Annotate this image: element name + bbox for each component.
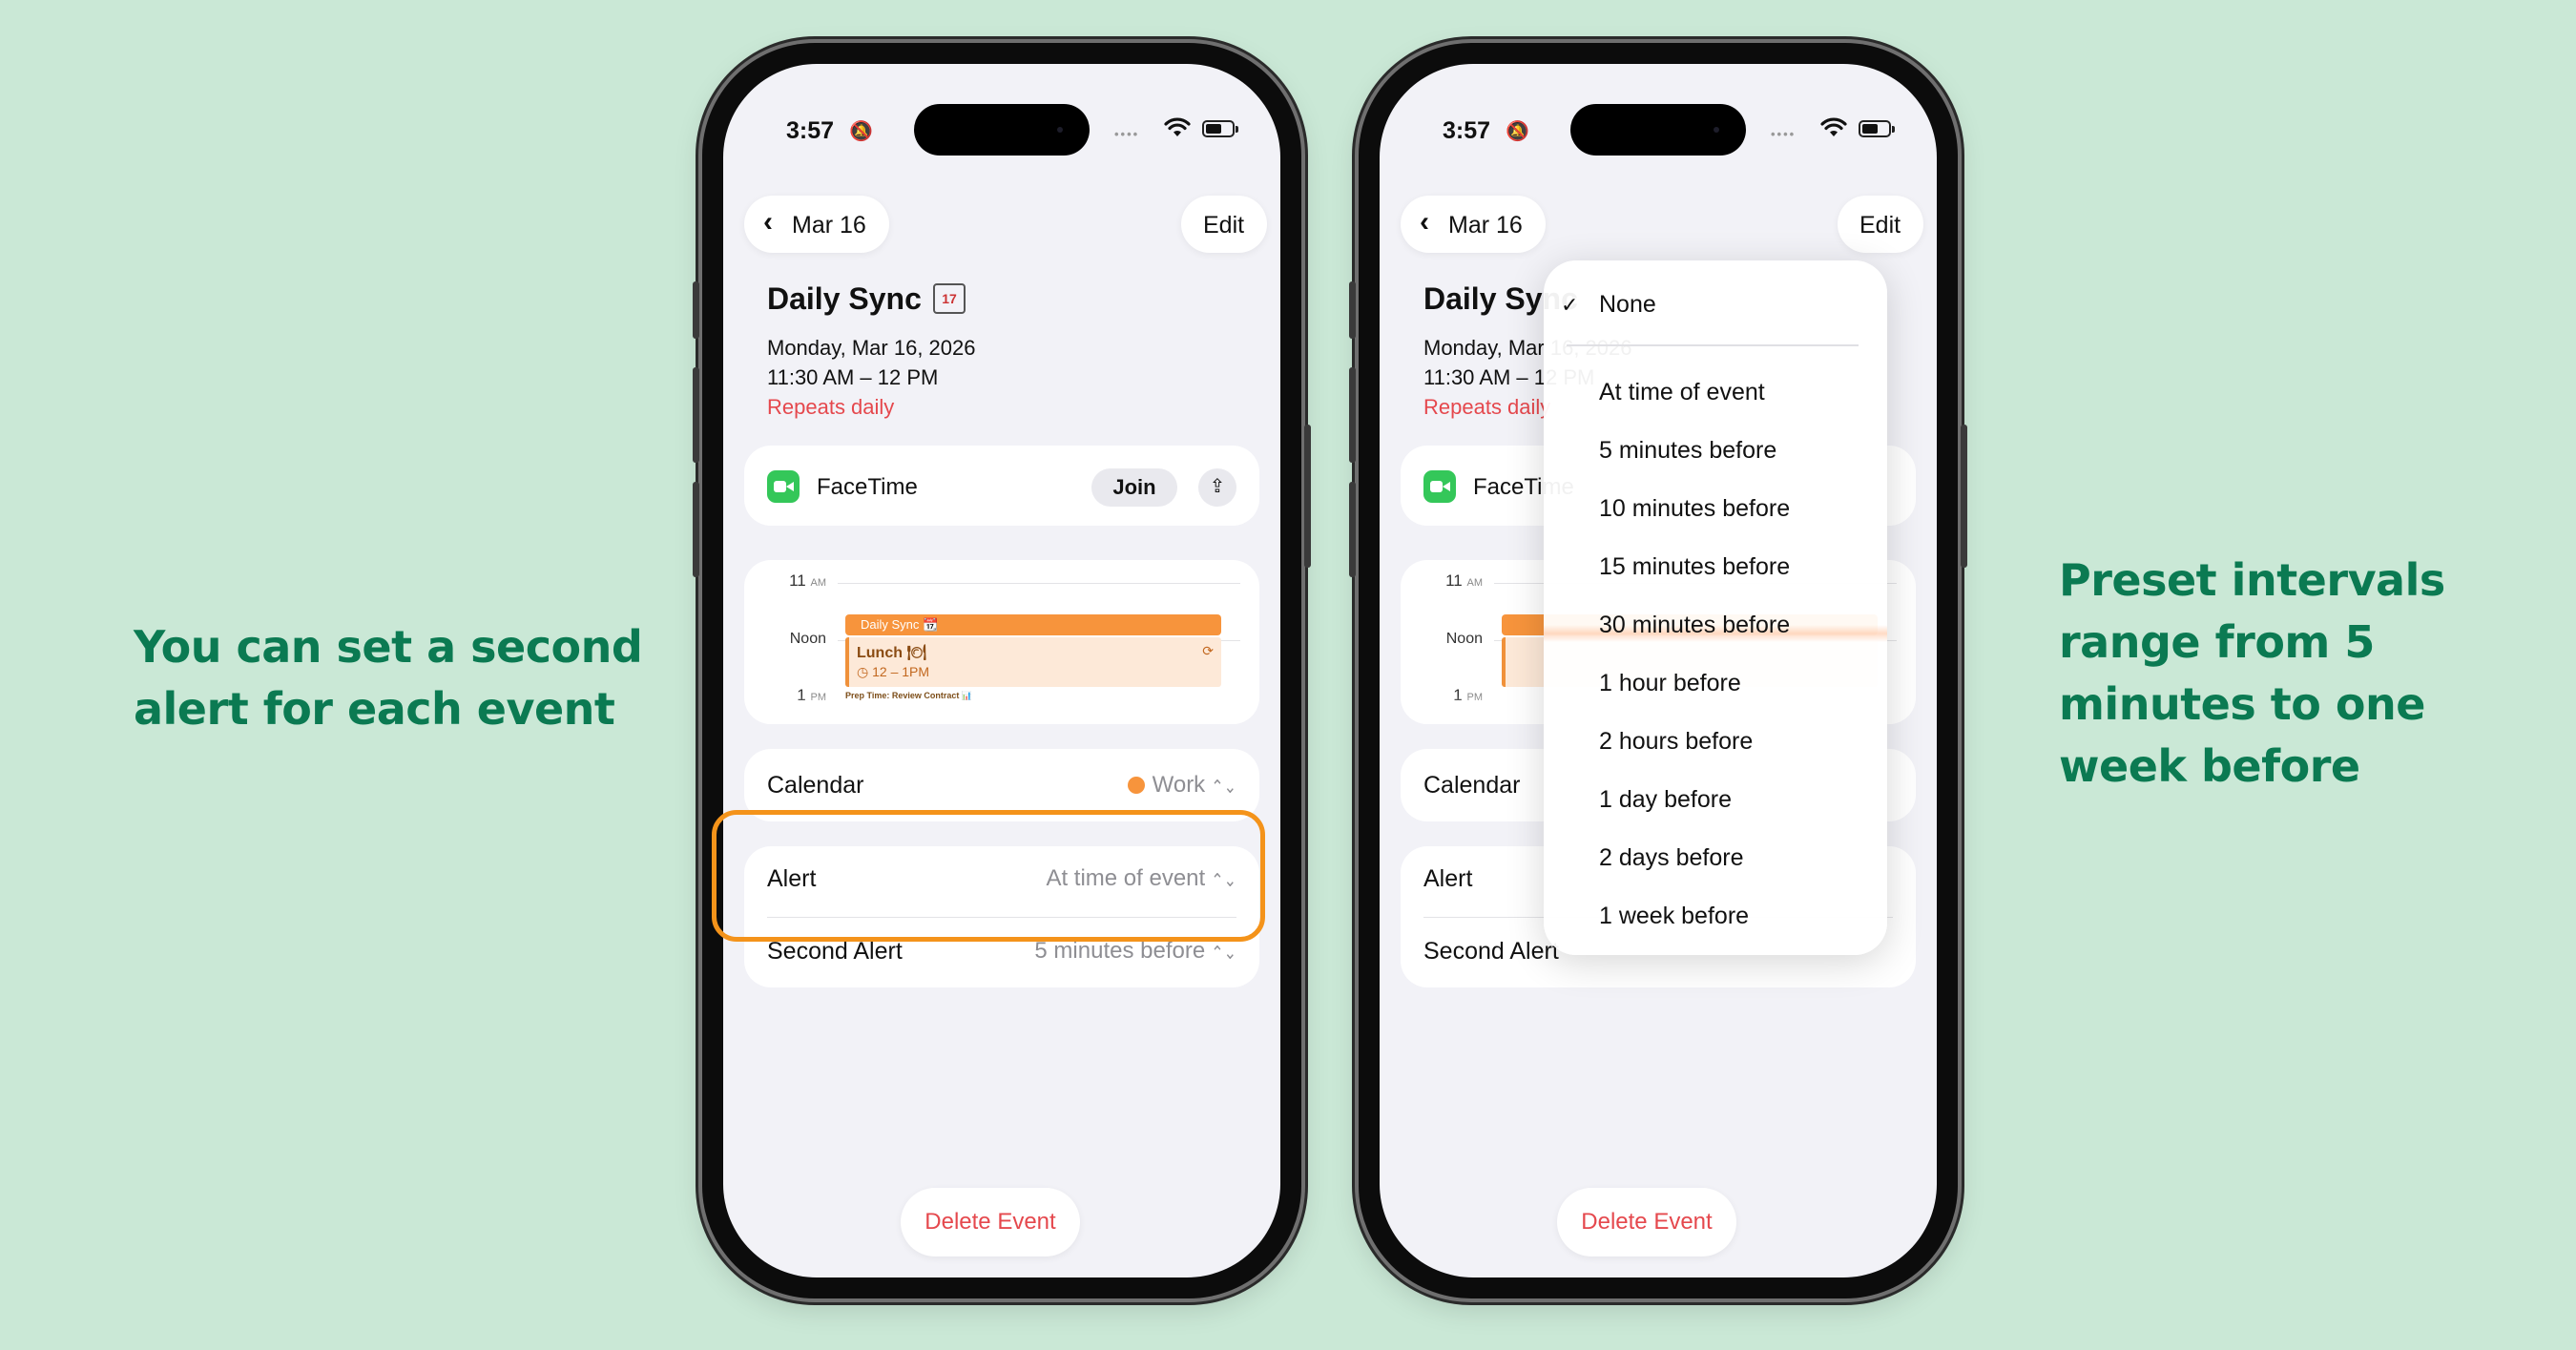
chevron-left-icon: ‹ [763, 206, 773, 238]
menu-option[interactable]: 30 minutes before [1599, 612, 1790, 639]
edit-button[interactable]: Edit [1181, 196, 1267, 253]
edit-label: Edit [1859, 212, 1901, 239]
screen: 3:57 🔕 •••• ‹ Mar 16 Edit Daily Sync 17 … [723, 64, 1280, 1277]
calendar-label: Calendar [767, 772, 864, 799]
chevron-left-icon: ‹ [1420, 206, 1429, 238]
volume-down-button [693, 482, 699, 577]
wifi-icon [1164, 117, 1191, 136]
phone-right: 3:57 🔕 •••• ‹ Mar 16 Edit Daily Sync Mon… [1349, 43, 1967, 1298]
battery-icon [1202, 120, 1238, 137]
delete-event-button[interactable]: Delete Event [1557, 1188, 1736, 1257]
calendar-value: Work ⌃⌄ [1127, 772, 1236, 799]
volume-up-button [693, 367, 699, 463]
alert-highlight-box [712, 810, 1265, 942]
menu-option-none[interactable]: None [1599, 291, 1656, 319]
hour-line [838, 583, 1240, 584]
volume-up-button [1349, 367, 1356, 463]
repeat-icon: ⟳ [1202, 643, 1214, 658]
dynamic-island [1570, 104, 1746, 156]
delete-event-button[interactable]: Delete Event [901, 1188, 1080, 1257]
back-button[interactable]: ‹ Mar 16 [744, 196, 889, 253]
event-repeat: Repeats daily [767, 395, 895, 419]
cellular-signal-icon: •••• [1114, 127, 1140, 141]
right-caption: Preset intervals range from 5 minutes to… [2059, 554, 2445, 792]
menu-option[interactable]: 1 day before [1599, 786, 1732, 814]
noon-label: Noon [789, 631, 826, 647]
chevron-updown-icon: ⌃⌄ [1211, 778, 1236, 798]
back-label: Mar 16 [792, 212, 866, 239]
hour-label-11: 11 AM [789, 571, 826, 590]
calendar-label: Calendar [1423, 772, 1521, 799]
menu-option[interactable]: 2 hours before [1599, 728, 1753, 756]
facetime-icon [1423, 470, 1456, 503]
hour-label-11: 11 AM [1445, 571, 1483, 590]
edit-label: Edit [1203, 212, 1245, 239]
menu-option[interactable]: 2 days before [1599, 844, 1744, 872]
preview-event-lunch: Lunch 🍽 ◷ 12 – 1PM ⟳ [845, 637, 1221, 687]
day-preview[interactable]: 11 AM Noon 1 PM Daily Sync 📆 Lunch 🍽 ◷ 1… [744, 560, 1259, 724]
edit-button[interactable]: Edit [1838, 196, 1923, 253]
calendar-color-dot [1127, 777, 1145, 794]
preview-event-sync: Daily Sync 📆 [845, 614, 1221, 635]
power-button [1961, 425, 1967, 568]
wifi-icon [1820, 117, 1847, 136]
action-button [1349, 281, 1356, 339]
second-alert-value[interactable]: 5 minutes before ⌃⌄ [1034, 938, 1236, 965]
calendar-emoji-icon: 17 [933, 283, 966, 314]
silent-bell-icon: 🔕 [1506, 121, 1529, 142]
left-caption: You can set a second alert for each even… [134, 621, 643, 735]
facetime-card: FaceTime Join ⇪ [744, 446, 1259, 526]
menu-option[interactable]: 10 minutes before [1599, 495, 1790, 523]
event-repeat: Repeats daily [1423, 395, 1551, 419]
menu-option[interactable]: 1 week before [1599, 903, 1749, 930]
event-time: 11:30 AM – 12 PM [767, 365, 939, 389]
status-time: 3:57 [786, 117, 835, 144]
join-button[interactable]: Join [1091, 468, 1177, 507]
phone-left: 3:57 🔕 •••• ‹ Mar 16 Edit Daily Sync 17 … [693, 43, 1311, 1298]
menu-option[interactable]: At time of event [1599, 379, 1765, 406]
checkmark-icon: ✓ [1561, 293, 1579, 317]
power-button [1304, 425, 1311, 568]
second-alert-label: Second Alert [1423, 938, 1559, 965]
screen: 3:57 🔕 •••• ‹ Mar 16 Edit Daily Sync Mon… [1380, 64, 1937, 1277]
silent-bell-icon: 🔕 [849, 121, 873, 142]
dynamic-island [914, 104, 1090, 156]
action-button [693, 281, 699, 339]
alert-options-menu: ✓ None At time of event 5 minutes before… [1544, 260, 1887, 955]
facetime-label: FaceTime [817, 474, 918, 500]
chevron-updown-icon: ⌃⌄ [1211, 944, 1236, 964]
noon-label: Noon [1445, 631, 1483, 647]
menu-option[interactable]: 5 minutes before [1599, 437, 1776, 465]
menu-option[interactable]: 1 hour before [1599, 670, 1741, 697]
event-date: Monday, Mar 16, 2026 [767, 336, 976, 360]
battery-icon [1859, 120, 1895, 137]
menu-divider [1567, 344, 1859, 346]
share-icon[interactable]: ⇪ [1198, 468, 1236, 507]
facetime-icon [767, 470, 800, 503]
back-button[interactable]: ‹ Mar 16 [1401, 196, 1546, 253]
back-label: Mar 16 [1448, 212, 1523, 239]
event-title: Daily Sync [767, 281, 922, 316]
menu-option[interactable]: 15 minutes before [1599, 553, 1790, 581]
cellular-signal-icon: •••• [1771, 127, 1797, 141]
alert-label: Alert [1423, 865, 1473, 892]
volume-down-button [1349, 482, 1356, 577]
status-time: 3:57 [1443, 117, 1491, 144]
second-alert-label: Second Alert [767, 938, 903, 965]
